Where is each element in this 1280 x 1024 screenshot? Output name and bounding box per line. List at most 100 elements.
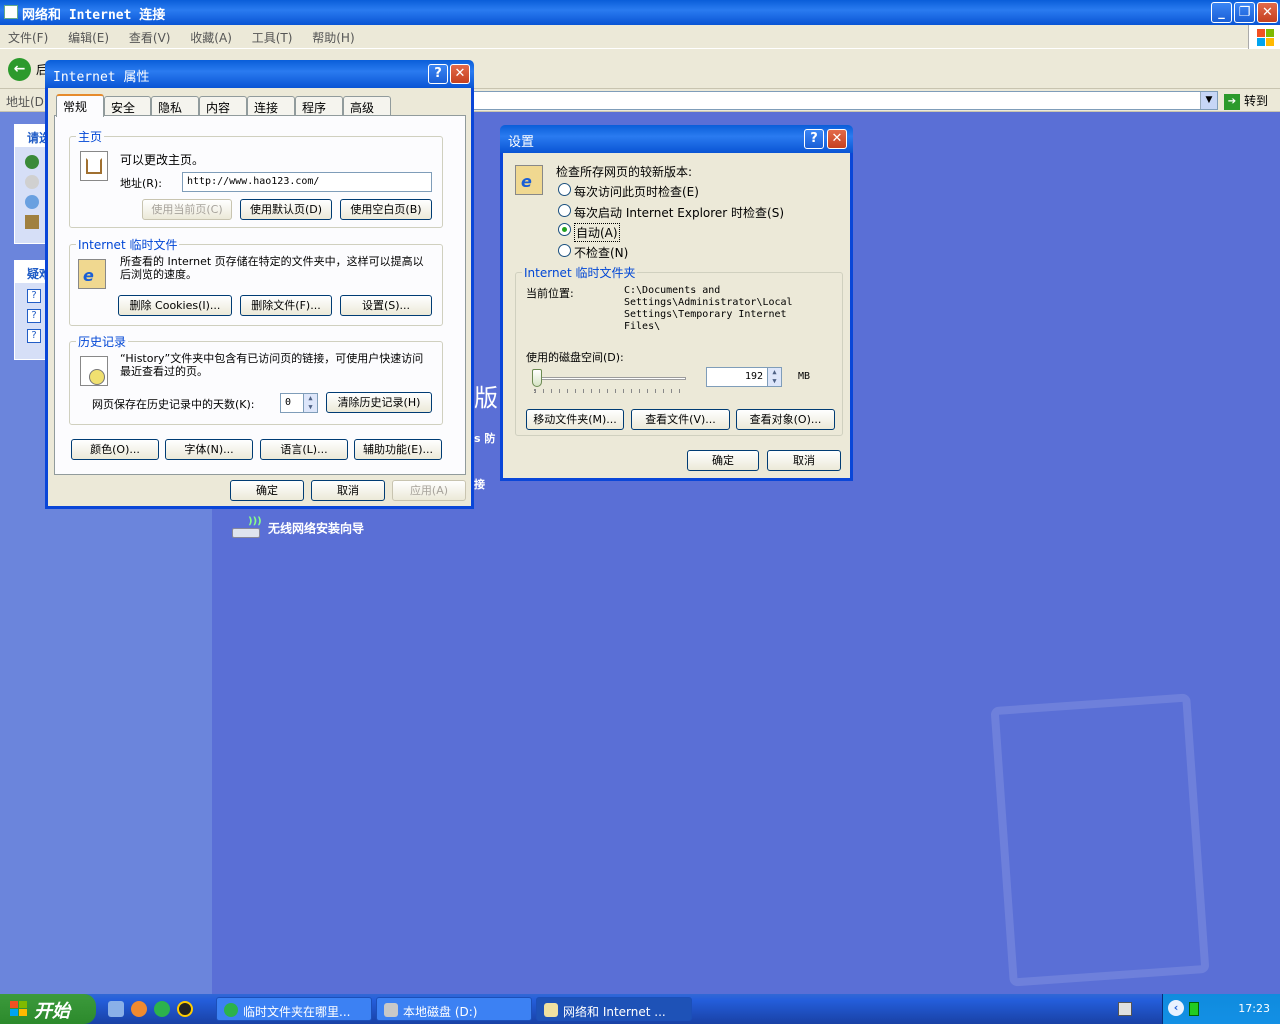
help-button[interactable]: ?	[428, 64, 448, 84]
cancel-button[interactable]: 取消	[311, 480, 385, 501]
history-description: “History”文件夹中包含有已访问页的链接，可使用户快速访问最近查看过的页。	[120, 352, 424, 378]
colors-button[interactable]: 颜色(O)...	[71, 439, 159, 460]
apply-button[interactable]: 应用(A)	[392, 480, 466, 501]
help-button[interactable]: ?	[804, 129, 824, 149]
show-desktop-icon[interactable]	[108, 1001, 124, 1017]
taskbar-item-network[interactable]: 网络和 Internet ...	[536, 997, 692, 1021]
help-icon[interactable]: ?	[27, 309, 41, 323]
view-files-button[interactable]: 查看文件(V)...	[631, 409, 730, 430]
tab-advanced[interactable]: 高级	[343, 96, 391, 115]
address-dropdown-icon[interactable]: ▼	[1200, 92, 1217, 109]
fonts-button[interactable]: 字体(N)...	[165, 439, 253, 460]
quicklaunch-app-icon[interactable]	[131, 1001, 147, 1017]
use-default-button[interactable]: 使用默认页(D)	[240, 199, 332, 220]
days-spinner-icon[interactable]: ▲ ▼	[303, 394, 317, 412]
slider-ticks	[534, 389, 684, 393]
dialog-titlebar[interactable]: Internet 属性 ? ✕	[45, 60, 474, 88]
radio-button[interactable]	[558, 244, 571, 257]
address-input[interactable]: ▼	[470, 91, 1218, 110]
accessibility-button[interactable]: 辅助功能(E)...	[354, 439, 442, 460]
disk-space-slider-track[interactable]	[532, 377, 686, 380]
temp-folder-group: Internet 临时文件夹 当前位置: C:\Documents and Se…	[515, 264, 843, 436]
disk-spinner-icon[interactable]: ▲ ▼	[767, 368, 781, 386]
home-address-input[interactable]: http://www.hao123.com/	[182, 172, 432, 192]
dialog-title: 设置	[508, 135, 535, 150]
menu-view[interactable]: 查看(V)	[121, 25, 179, 50]
temp-files-group: Internet 临时文件 e 所查看的 Internet 页存储在特定的文件夹…	[69, 236, 443, 326]
category-text-fragment[interactable]: s 防	[474, 430, 495, 446]
drive-icon	[384, 1003, 398, 1017]
settings-icon[interactable]	[25, 175, 39, 189]
languages-button[interactable]: 语言(L)...	[260, 439, 348, 460]
menu-help[interactable]: 帮助(H)	[304, 25, 362, 50]
tools-icon[interactable]	[25, 215, 39, 229]
disk-space-label: 使用的磁盘空间(D):	[526, 351, 624, 364]
temp-settings-button[interactable]: 设置(S)...	[340, 295, 432, 316]
network-icon[interactable]	[25, 155, 39, 169]
menu-favorites[interactable]: 收藏(A)	[182, 25, 240, 50]
tab-content[interactable]: 内容	[199, 96, 247, 115]
radio-button-selected[interactable]	[558, 223, 571, 236]
history-icon	[80, 356, 108, 386]
windows-logo-icon	[1248, 25, 1280, 49]
qq-penguin-icon[interactable]	[177, 1001, 193, 1017]
close-button[interactable]: ✕	[827, 129, 847, 149]
close-button[interactable]: ✕	[450, 64, 470, 84]
tray-expand-icon[interactable]: ‹	[1168, 1000, 1184, 1016]
menu-edit[interactable]: 编辑(E)	[60, 25, 117, 50]
watermark-icon	[990, 693, 1210, 987]
globe-icon[interactable]	[25, 195, 39, 209]
battery-icon[interactable]	[1189, 1002, 1199, 1016]
delete-cookies-button[interactable]: 删除 Cookies(I)...	[118, 295, 232, 316]
radio-label[interactable]: 自动(A)	[574, 223, 620, 242]
radio-label[interactable]: 每次访问此页时检查(E)	[574, 183, 699, 200]
menu-tools[interactable]: 工具(T)	[244, 25, 301, 50]
help-icon[interactable]: ?	[27, 289, 41, 303]
tab-general[interactable]: 常规	[56, 94, 104, 117]
close-button[interactable]: ✕	[1257, 2, 1278, 23]
location-value: C:\Documents and Settings\Administrator\…	[624, 285, 793, 332]
help-icon[interactable]: ?	[27, 329, 41, 343]
address-label: 地址(D)	[6, 95, 49, 109]
go-button[interactable]: ➔ 转到	[1224, 92, 1268, 110]
wireless-wizard-link[interactable]: ))) 无线网络安装向导	[232, 516, 364, 542]
clock[interactable]: 17:23	[1238, 1002, 1270, 1015]
radio-button[interactable]	[558, 183, 571, 196]
tab-privacy[interactable]: 隐私	[151, 96, 199, 115]
delete-files-button[interactable]: 删除文件(F)...	[240, 295, 332, 316]
disk-space-input[interactable]: 192 ▲ ▼	[706, 367, 782, 387]
ok-button[interactable]: 确定	[687, 450, 759, 471]
quicklaunch-app-icon[interactable]	[154, 1001, 170, 1017]
folder-icon	[544, 1003, 558, 1017]
clear-history-button[interactable]: 清除历史记录(H)	[326, 392, 432, 413]
radio-label[interactable]: 每次启动 Internet Explorer 时检查(S)	[574, 204, 784, 221]
taskbar-item-local-disk[interactable]: 本地磁盘 (D:)	[376, 997, 532, 1021]
use-blank-button[interactable]: 使用空白页(B)	[340, 199, 432, 220]
history-days-input[interactable]: 0 ▲ ▼	[280, 393, 318, 413]
tab-programs[interactable]: 程序	[295, 96, 343, 115]
restore-button[interactable]: ❐	[1234, 2, 1255, 23]
start-button[interactable]: 开始	[0, 994, 96, 1024]
tab-security[interactable]: 安全	[104, 96, 151, 115]
window-titlebar[interactable]: 网络和 Internet 连接 _ ❐ ✕	[0, 0, 1280, 25]
back-arrow-icon[interactable]: ←	[8, 58, 31, 81]
window-title: 网络和 Internet 连接	[22, 8, 166, 23]
minimize-button[interactable]: _	[1211, 2, 1232, 23]
category-text-fragment[interactable]: 接	[474, 476, 485, 492]
radio-button[interactable]	[558, 204, 571, 217]
radio-label[interactable]: 不检查(N)	[574, 244, 628, 261]
menu-file[interactable]: 文件(F)	[0, 25, 56, 50]
menu-bar: 文件(F) 编辑(E) 查看(V) 收藏(A) 工具(T) 帮助(H)	[0, 25, 1280, 49]
settings-dialog: 设置 ? ✕ e 检查所存网页的较新版本: 每次访问此页时检查(E) 每次启动 …	[500, 125, 853, 481]
view-objects-button[interactable]: 查看对象(O)...	[736, 409, 835, 430]
move-folder-button[interactable]: 移动文件夹(M)...	[526, 409, 624, 430]
keyboard-icon[interactable]	[1118, 1002, 1132, 1016]
taskbar-item-temp-folder[interactable]: 临时文件夹在哪里...	[216, 997, 372, 1021]
ok-button[interactable]: 确定	[230, 480, 304, 501]
tab-connections[interactable]: 连接	[247, 96, 295, 115]
use-current-button[interactable]: 使用当前页(C)	[142, 199, 232, 220]
cancel-button[interactable]: 取消	[767, 450, 841, 471]
dialog-titlebar[interactable]: 设置 ? ✕	[500, 125, 853, 153]
disk-space-slider-thumb[interactable]	[532, 369, 542, 387]
history-days-label: 网页保存在历史记录中的天数(K):	[92, 398, 255, 411]
